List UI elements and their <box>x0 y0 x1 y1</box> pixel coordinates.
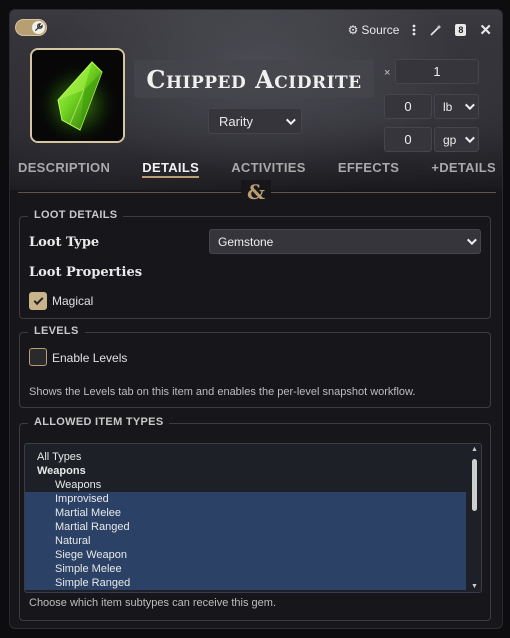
tab-description[interactable]: DESCRIPTION <box>18 160 110 178</box>
list-option-selected[interactable]: Improvised <box>25 492 466 506</box>
tab-plus-details[interactable]: +DETAILS <box>431 160 496 178</box>
checkmark-icon <box>33 294 43 305</box>
item-name-field[interactable]: Chipped Acidrite <box>134 60 374 98</box>
ampersand-logo-icon: & <box>241 180 271 204</box>
item-image[interactable] <box>30 48 125 143</box>
levels-hint: Shows the Levels tab on this item and en… <box>29 386 416 398</box>
chevron-down-icon <box>464 100 475 111</box>
levels-section: LEVELS Enable Levels Shows the Levels ta… <box>19 325 491 408</box>
chevron-down-icon <box>285 114 296 125</box>
allowed-types-listbox[interactable]: All Types Weapons Weapons Improvised Mar… <box>24 443 482 593</box>
rarity-value: Rarity <box>219 113 253 129</box>
chevron-down-icon <box>466 235 477 246</box>
tab-activities[interactable]: ACTIVITIES <box>231 160 306 178</box>
list-option[interactable]: Weapons <box>25 478 466 492</box>
magical-label: Magical <box>52 294 94 308</box>
edit-mode-toggle[interactable] <box>15 19 47 36</box>
magic-wand-icon[interactable] <box>429 24 442 37</box>
loot-type-value: Gemstone <box>218 234 274 249</box>
price-unit-select[interactable]: gp <box>434 127 479 152</box>
source-button[interactable]: ⚙ Source <box>348 23 400 37</box>
quantity-multiplier-symbol: × <box>384 67 391 79</box>
tab-effects[interactable]: EFFECTS <box>338 160 399 178</box>
source-label: Source <box>361 23 400 37</box>
header-controls: ⚙ Source 8 ✕ <box>348 21 492 39</box>
quantity-input[interactable]: 1 <box>395 59 479 84</box>
price-unit: gp <box>443 132 457 147</box>
item-sheet-window: ⚙ Source 8 ✕ Chipped Acidrite Rarity × 1… <box>9 9 503 629</box>
list-option-selected[interactable]: Simple Ranged <box>25 576 466 590</box>
chevron-down-icon <box>464 133 475 144</box>
rarity-select[interactable]: Rarity <box>208 108 302 134</box>
allowed-types-legend: ALLOWED ITEM TYPES <box>28 416 170 428</box>
list-option-group: Weapons <box>37 465 86 477</box>
scroll-up-arrow-icon[interactable]: ▲ <box>471 446 478 453</box>
close-icon[interactable]: ✕ <box>479 21 492 39</box>
quantity-value: 1 <box>433 64 441 79</box>
loot-properties-label: Loot Properties <box>29 265 143 280</box>
menu-vertical-icon[interactable] <box>412 24 416 36</box>
scroll-down-arrow-icon[interactable]: ▼ <box>471 583 478 590</box>
wrench-icon <box>32 21 45 34</box>
allowed-types-hint: Choose which item subtypes can receive t… <box>29 597 277 609</box>
enable-levels-label: Enable Levels <box>52 351 128 365</box>
price-input[interactable]: 0 <box>384 127 432 152</box>
listbox-scrollbar[interactable]: ▲ ▼ <box>470 446 479 590</box>
loot-details-legend: LOOT DETAILS <box>28 209 124 221</box>
weight-unit-select[interactable]: lb <box>434 94 479 119</box>
levels-legend: LEVELS <box>28 325 85 337</box>
item-name: Chipped Acidrite <box>146 64 362 94</box>
list-option-selected[interactable]: Martial Melee <box>25 506 466 520</box>
tab-details[interactable]: DETAILS <box>142 160 200 178</box>
list-option[interactable]: All Types <box>25 450 466 464</box>
loot-type-label: Loot Type <box>29 235 100 250</box>
loot-details-section: LOOT DETAILS Loot Type Gemstone Loot Pro… <box>19 209 491 319</box>
loot-type-select[interactable]: Gemstone <box>209 229 481 254</box>
list-option-selected[interactable]: Natural <box>25 534 466 548</box>
scrollbar-thumb[interactable] <box>472 459 477 511</box>
list-option-selected[interactable]: Simple Melee <box>25 562 466 576</box>
d8-icon[interactable]: 8 <box>455 24 467 36</box>
weight-unit: lb <box>443 99 453 114</box>
price-value: 0 <box>404 132 412 147</box>
weight-input[interactable]: 0 <box>384 94 432 119</box>
list-option-selected[interactable]: Siege Weapon <box>25 548 466 562</box>
weight-value: 0 <box>404 99 412 114</box>
gear-icon: ⚙ <box>347 23 359 37</box>
sheet-tabs: DESCRIPTION DETAILS ACTIVITIES EFFECTS +… <box>18 160 496 178</box>
list-option-selected[interactable]: Martial Ranged <box>25 520 466 534</box>
enable-levels-checkbox[interactable] <box>29 348 47 366</box>
magical-checkbox[interactable] <box>29 292 47 310</box>
